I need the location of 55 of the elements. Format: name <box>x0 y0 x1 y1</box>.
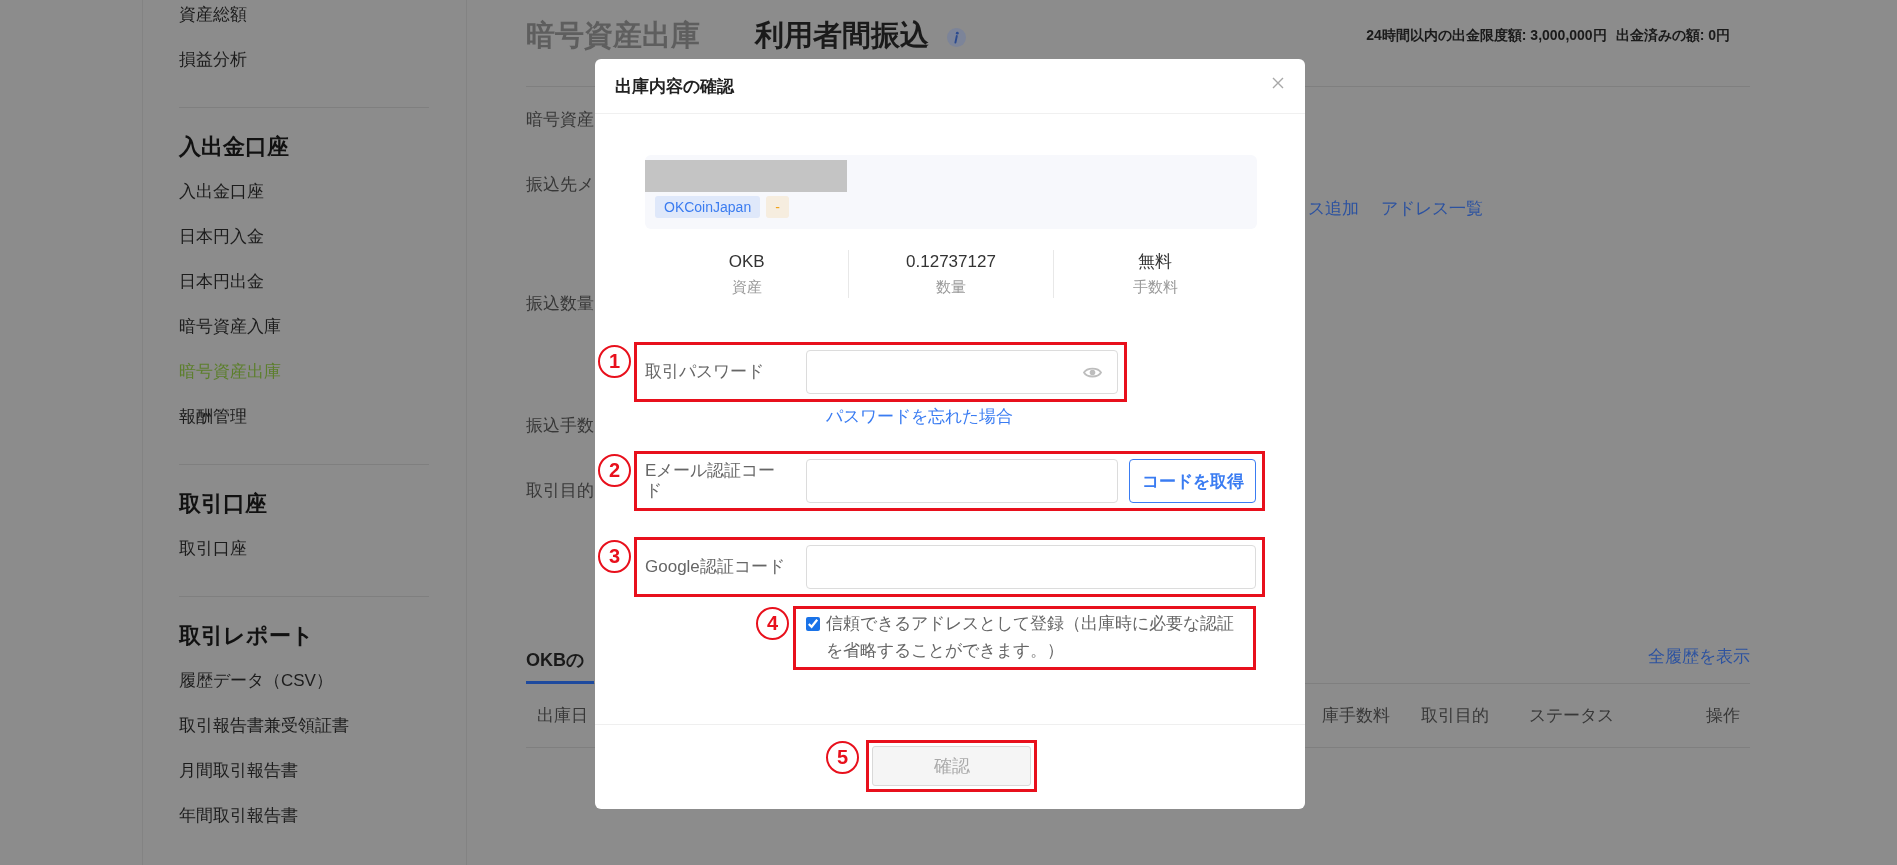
sidebar-item[interactable]: 日本円入金 <box>179 214 429 259</box>
column-header: 操作 <box>1706 705 1740 727</box>
sidebar-item[interactable]: 入出金口座 <box>179 169 429 214</box>
sidebar-item[interactable]: 暗号資産入庫 <box>179 304 429 349</box>
sidebar-item[interactable]: 報酬管理 <box>179 394 429 439</box>
sidebar-item[interactable]: 年間取引報告書 <box>179 793 429 838</box>
summary-value: 0.12737127 <box>906 251 996 273</box>
sidebar-item[interactable]: 日本円出金 <box>179 259 429 304</box>
sidebar-item[interactable]: 取引報告書兼受領証書 <box>179 703 429 748</box>
sidebar-item[interactable]: 損益分析 <box>179 37 429 82</box>
code-field[interactable] <box>806 545 1256 589</box>
column-header: 取引目的 <box>1421 705 1489 727</box>
code-field[interactable] <box>806 459 1118 503</box>
form-label: 暗号資産 <box>526 109 594 131</box>
form-label: 取引目的 <box>526 480 594 502</box>
field-label: Google認証コード <box>645 557 786 577</box>
step-number: 2 <box>598 454 631 487</box>
step-number: 3 <box>598 540 631 573</box>
step-number: 4 <box>756 607 789 640</box>
summary-value: 無料 <box>1138 251 1173 273</box>
page-tab[interactable]: 利用者間振込 <box>755 15 929 56</box>
sidebar-heading: 取引レポート <box>179 622 315 650</box>
summary-label: 手数料 <box>1132 277 1178 297</box>
get-code-button[interactable]: コードを取得 <box>1129 459 1256 503</box>
eye-icon[interactable] <box>1083 365 1102 379</box>
password-field[interactable] <box>806 350 1118 394</box>
sidebar-heading: 入出金口座 <box>179 133 290 161</box>
summary-value: OKB <box>728 251 765 273</box>
field-label: Eメール認証コード <box>645 461 777 501</box>
limit-text: 24時間以内の出金限度額: 3,000,000円 <box>1366 26 1607 45</box>
close-icon[interactable] <box>1272 76 1284 89</box>
summary-label: 数量 <box>936 277 966 297</box>
column-header: ステータス <box>1529 705 1614 727</box>
summary-label: 資産 <box>731 277 762 297</box>
sidebar-heading: 取引口座 <box>179 490 268 518</box>
checkbox-label: 信頼できるアドレスとして登録（出庫時に必要な認証を省略することができます。） <box>826 613 1235 662</box>
sidebar-item[interactable]: 履歴データ（CSV） <box>179 658 429 703</box>
column-header: 出庫日 <box>537 705 588 727</box>
link[interactable]: パスワードを忘れた場合 <box>826 406 1013 428</box>
field-label: 取引パスワード <box>645 362 765 382</box>
dialog-title: 出庫内容の確認 <box>615 75 734 98</box>
sidebar-item[interactable]: 資産総額 <box>179 0 429 37</box>
sidebar-item[interactable]: 月間取引報告書 <box>179 748 429 793</box>
limit-text: 出金済みの額: 0円 <box>1615 26 1730 45</box>
tag: OKCoinJapan <box>655 196 761 218</box>
info-icon[interactable] <box>947 28 966 47</box>
tag: - <box>766 196 789 218</box>
checkbox[interactable] <box>806 617 820 631</box>
step-number: 5 <box>826 741 859 774</box>
sidebar-item[interactable]: 取引口座 <box>179 526 429 571</box>
step-number: 1 <box>598 345 631 378</box>
form-label: 振込手数 <box>526 415 594 437</box>
form-label: 振込数量 <box>526 293 594 315</box>
column-header: 庫手数料 <box>1322 705 1390 727</box>
form-label: 振込先メ <box>526 174 594 196</box>
